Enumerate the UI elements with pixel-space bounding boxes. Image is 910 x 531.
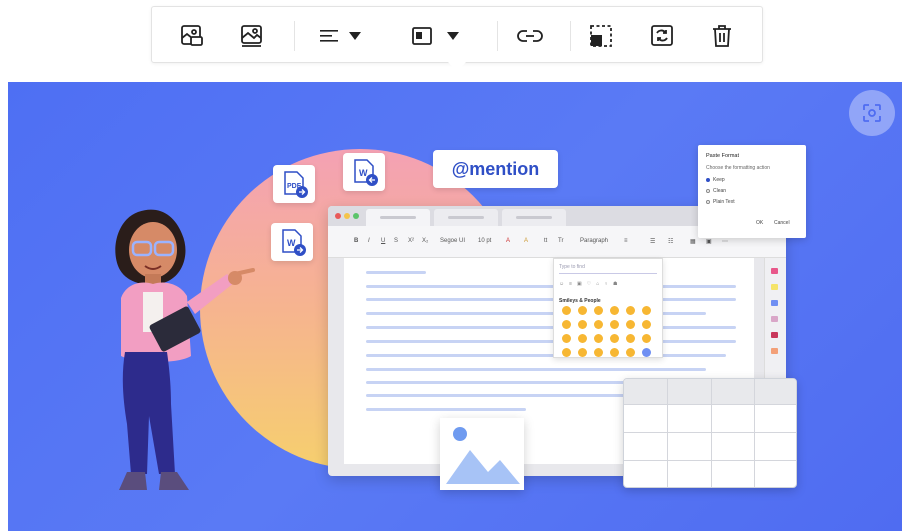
align-dropdown-button[interactable]: [316, 20, 366, 52]
capture-button[interactable]: [849, 90, 895, 136]
image-edit-button[interactable]: [234, 20, 270, 52]
word-file-badge: W: [271, 223, 313, 261]
svg-text:W: W: [359, 168, 368, 178]
image-toolbar: [151, 6, 763, 63]
paragraph-format-select: Paragraph: [580, 238, 609, 244]
toolbar-pointer: [448, 62, 466, 72]
trash-icon: [713, 25, 731, 47]
focus-capture-icon: [863, 104, 881, 122]
paste-ok-button: OK: [756, 220, 764, 226]
paste-format-dialog: Paste Format Choose the formatting actio…: [698, 145, 806, 238]
paste-option-keep: Keep: [713, 177, 725, 183]
replace-image-icon: [651, 25, 673, 46]
paste-option-plain-text: Plain Text: [713, 199, 735, 205]
link-icon: [517, 30, 543, 42]
display-dropdown-button[interactable]: [408, 20, 464, 52]
image-caption-icon: [181, 25, 203, 46]
toolbar-separator: [497, 21, 498, 51]
character-illustration: [115, 209, 255, 490]
chevron-down-icon: [447, 32, 459, 40]
emoji-category-label: Smileys & People: [559, 298, 601, 304]
landscape-image-icon: [446, 427, 520, 484]
font-size-select: 10 pt: [478, 238, 492, 244]
paste-dialog-subtitle: Choose the formatting action: [706, 165, 770, 171]
insert-link-button[interactable]: [510, 20, 550, 52]
replace-image-button[interactable]: [644, 20, 680, 52]
paste-cancel-button: Cancel: [774, 220, 790, 226]
inline-display-icon: [412, 27, 432, 45]
toolbar-separator: [570, 21, 571, 51]
svg-text:W: W: [287, 238, 296, 248]
table-placeholder-card: [623, 378, 797, 488]
paste-dialog-title: Paste Format: [706, 153, 740, 159]
pdf-file-badge: PDF: [273, 165, 315, 203]
word-file-icon: W: [354, 159, 378, 186]
image-dimension-button[interactable]: [583, 20, 619, 52]
chevron-down-icon: [349, 32, 361, 40]
image-placeholder-card: [440, 418, 524, 490]
resize-icon: [590, 25, 612, 47]
word-file-icon: W: [282, 229, 306, 256]
word-file-badge: W: [343, 153, 385, 191]
delete-image-button[interactable]: [704, 20, 740, 52]
screenshot-root: PDF W W @mention B I U S X² X₂ Segoe UI …: [0, 0, 910, 531]
paste-option-clean: Clean: [713, 188, 727, 194]
font-family-select: Segoe UI: [440, 238, 466, 244]
emoji-picker: Type to find ☺≡▣♡⌂♀☗ Smileys & People: [553, 258, 663, 358]
image-alt-text-button[interactable]: [174, 20, 210, 52]
toolbar-separator: [294, 21, 295, 51]
mention-badge: @mention: [433, 150, 558, 188]
image-icon: [241, 25, 262, 47]
selected-image[interactable]: PDF W W @mention B I U S X² X₂ Segoe UI …: [8, 82, 902, 531]
emoji-search-input: Type to find: [559, 264, 657, 274]
pdf-file-icon: PDF: [284, 171, 308, 198]
align-left-icon: [320, 30, 338, 42]
